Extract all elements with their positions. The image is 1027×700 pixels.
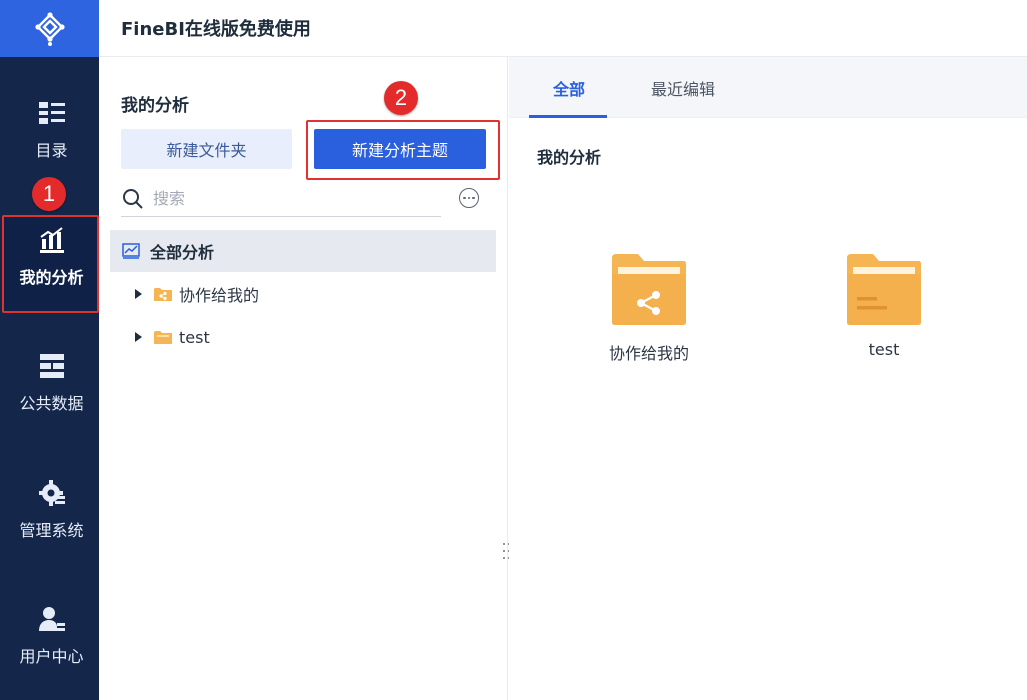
tree-item-shared[interactable]: 协作给我的 [135, 279, 259, 309]
sidebar-item-catalog[interactable]: 目录 [4, 99, 99, 161]
shared-folder-icon [612, 254, 686, 325]
sidebar-item-label: 我的分析 [19, 268, 84, 287]
catalog-icon [38, 99, 66, 127]
sidebar: 目录 我的分析 公共数据 管理系统 用户中心 [0, 0, 99, 700]
sidebar-item-my-analysis[interactable]: 我的分析 [4, 216, 99, 312]
app-title: FineBI在线版免费使用 [121, 19, 311, 40]
folder-icon [154, 330, 172, 344]
my-analysis-icon [38, 226, 66, 254]
public-data-icon [38, 352, 66, 380]
folder-icon [847, 254, 921, 325]
search-bar [121, 181, 441, 217]
folder-card-label: 协作给我的 [608, 344, 689, 363]
folder-card-test[interactable]: test [836, 252, 932, 359]
sidebar-item-user-center[interactable]: 用户中心 [4, 605, 99, 667]
folder-card-label: test [868, 340, 900, 359]
section-title: 我的分析 [537, 148, 602, 167]
tab-bar: 全部 最近编辑 [509, 57, 1027, 118]
sidebar-item-public-data[interactable]: 公共数据 [4, 352, 99, 414]
user-icon [38, 605, 66, 633]
sidebar-item-label: 用户中心 [19, 647, 84, 666]
panel-title: 我的分析 [121, 96, 189, 116]
expand-caret-icon[interactable] [135, 289, 142, 299]
tab-all[interactable]: 全部 [553, 57, 585, 118]
logo[interactable] [0, 0, 99, 57]
tree-item-test[interactable]: test [135, 322, 210, 352]
tab-recent-edit[interactable]: 最近编辑 [651, 57, 715, 118]
search-input[interactable] [153, 189, 423, 208]
tree-root-label: 全部分析 [150, 243, 215, 262]
search-icon [121, 187, 145, 211]
app-root: 目录 我的分析 公共数据 管理系统 用户中心 FineBI在线版免费使用 我的分… [0, 0, 1027, 700]
tree-item-label: test [179, 327, 210, 347]
sidebar-item-label: 目录 [35, 141, 68, 160]
active-tab-indicator [529, 115, 607, 118]
expand-caret-icon[interactable] [135, 332, 142, 342]
step-badge-1: 1 [32, 177, 66, 211]
more-options-icon[interactable] [459, 188, 479, 208]
tree-item-label: 协作给我的 [179, 286, 260, 305]
sidebar-item-label: 管理系统 [19, 521, 84, 540]
tree-root-all-analysis[interactable]: 全部分析 [110, 230, 496, 272]
sidebar-item-management[interactable]: 管理系统 [4, 479, 99, 541]
step-badge-2: 2 [384, 81, 418, 115]
folder-card-shared[interactable]: 协作给我的 [601, 252, 697, 364]
analysis-chart-icon [122, 243, 140, 259]
shared-folder-icon [154, 287, 172, 301]
new-analysis-subject-button[interactable]: 新建分析主题 [314, 129, 486, 169]
gear-icon [38, 479, 66, 507]
content-area: 全部 最近编辑 我的分析 协作给我的 test [509, 57, 1027, 700]
top-bar: FineBI在线版免费使用 [99, 0, 1027, 57]
finebi-logo-icon [34, 11, 65, 46]
sidebar-item-label: 公共数据 [19, 394, 84, 413]
new-folder-button[interactable]: 新建文件夹 [121, 129, 292, 169]
analysis-tree-panel: 我的分析 新建文件夹 新建分析主题 全部分析 [99, 57, 508, 700]
